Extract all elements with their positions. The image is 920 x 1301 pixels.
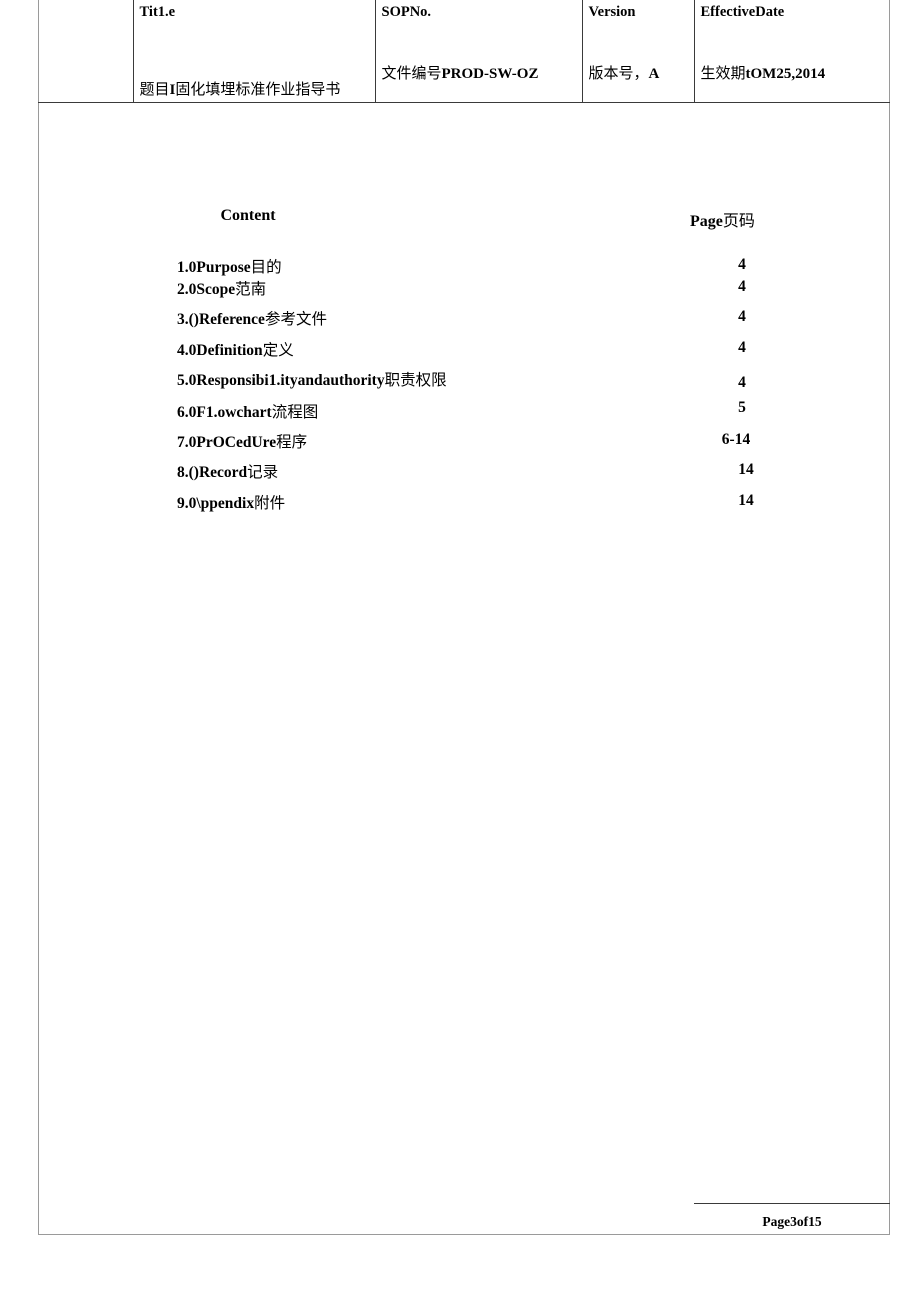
toc-item-title-cn: 职责权限 [384, 372, 447, 389]
toc-item-title-en: Scope [196, 281, 236, 298]
header-value-effectivedate: 生效期tOM25,2014 [701, 62, 826, 83]
toc-item-title-cn: 定义 [262, 342, 294, 359]
toc-item[interactable]: 9.0\ppendix附件 14 [0, 491, 920, 513]
toc-header-content: Content [220, 207, 276, 224]
toc-item-title-cn: 目的 [250, 259, 282, 276]
toc-item-label: 5.0Responsibi1.ityandauthority职责权限 [177, 368, 447, 390]
toc-item-page-number: 14 [738, 492, 754, 509]
toc-item-title-en: Record [198, 464, 248, 481]
toc-item-title-cn: 程序 [276, 434, 308, 451]
header-value-version-cn: 版本号， [588, 66, 649, 82]
toc-item-title-en: \ppendix [196, 495, 255, 512]
toc-item-title-en: Reference [198, 311, 265, 328]
header-value-sopno-cn: 文件编号 [381, 66, 442, 82]
header-label-title: Tit1.e [139, 4, 176, 20]
header-cell-sopno: SOPNo. 文件编号PROD-SW-OZ [374, 0, 583, 103]
toc-item-title-en: Purpose [196, 259, 251, 276]
toc-header-page-en: Page [690, 213, 723, 230]
toc-item-title-cn: 记录 [247, 464, 279, 481]
toc-item-number: 7.0 [177, 434, 197, 451]
toc-item-page-number: 14 [738, 461, 754, 478]
header-value-version: 版本号，A [589, 62, 660, 83]
toc-item-title-cn: 范南 [235, 281, 267, 298]
toc-item-page-number: 4 [738, 339, 746, 356]
toc-item-page-number: 4 [738, 278, 746, 295]
document-header-table: Tit1.e 题目I固化填埋标准作业指导书 SOPNo. 文件编号PROD-SW… [38, 0, 890, 103]
toc-item[interactable]: 5.0Responsibi1.ityandauthority职责权限 4 [0, 368, 920, 391]
toc-item-title-en: Responsibi1.ityandauthority [196, 372, 385, 389]
toc-item[interactable]: 4.0Definition定义 4 [0, 338, 920, 360]
header-logo-cell [38, 0, 134, 103]
header-label-effectivedate: EffectiveDate [700, 4, 785, 20]
toc-item-label: 1.0Purpose目的 [177, 255, 282, 277]
toc-item[interactable]: 6.0F1.owchart流程图 5 [0, 399, 920, 422]
toc-item-label: 7.0PrOCedUre程序 [177, 430, 307, 452]
header-cell-effectivedate: EffectiveDate 生效期tOM25,2014 [693, 0, 890, 103]
toc-item-title-en: PrOCedUre [196, 434, 277, 451]
header-value-title: 题目I固化填埋标准作业指导书 [140, 78, 341, 99]
toc-item-title-cn: 附件 [254, 495, 286, 512]
header-value-sopno: 文件编号PROD-SW-OZ [382, 62, 539, 83]
toc-item-title-cn: 参考文件 [264, 311, 327, 328]
header-value-effectivedate-cn: 生效期 [700, 66, 746, 82]
toc-item-label: 8.()Record记录 [177, 460, 278, 482]
toc-header-page: Page页码 [690, 207, 802, 231]
toc-item-label: 9.0\ppendix附件 [177, 491, 285, 513]
toc-item[interactable]: 3.()Reference参考文件 4 [0, 307, 920, 329]
toc-item-number: 4.0 [177, 342, 197, 359]
toc-item-title-en: Definition [196, 342, 263, 359]
toc-item-page-number: 5 [738, 399, 746, 416]
toc-item-number: 9.0 [177, 495, 197, 512]
toc-item-label: 6.0F1.owchart流程图 [177, 400, 318, 422]
toc-item[interactable]: 8.()Record记录 14 [0, 460, 920, 482]
toc-item[interactable]: 2.0Scope范南 4 [0, 277, 920, 299]
header-label-version: Version [588, 4, 636, 20]
toc-item-label: 3.()Reference参考文件 [177, 307, 327, 329]
page-border [38, 0, 890, 1235]
toc-item-number: 1.0 [177, 259, 197, 276]
header-cell-title: Tit1.e 题目I固化填埋标准作业指导书 [132, 0, 376, 103]
toc-item-number: 8.() [177, 464, 199, 481]
header-value-title-cn: 题目 [139, 82, 170, 98]
header-value-effectivedate-code: tOM25,2014 [745, 66, 826, 82]
toc-item-page-number: 6-14 [721, 431, 751, 448]
toc-item[interactable]: 1.0Purpose目的 4 [0, 255, 920, 277]
toc-item-number: 3.() [177, 311, 199, 328]
toc-item-number: 5.0 [177, 372, 197, 389]
document-page: Tit1.e 题目I固化填埋标准作业指导书 SOPNo. 文件编号PROD-SW… [0, 0, 920, 1301]
header-value-title-rest: 固化填埋标准作业指导书 [175, 82, 341, 98]
toc-item-title-en: F1.owchart [196, 404, 272, 421]
footer-divider [694, 1203, 890, 1204]
toc-item-number: 6.0 [177, 404, 197, 421]
header-label-sopno: SOPNo. [381, 4, 432, 20]
toc-item-label: 2.0Scope范南 [177, 277, 266, 299]
toc-item-number: 2.0 [177, 281, 197, 298]
toc-item-page-number: 4 [738, 256, 746, 273]
toc-item[interactable]: 7.0PrOCedUre程序 6-14 [0, 430, 920, 452]
footer-page-number: Page3of15 [762, 1214, 822, 1229]
toc-item-page-number: 4 [738, 308, 746, 325]
header-cell-version: Version 版本号，A [581, 0, 695, 103]
header-value-version-code: A [648, 66, 660, 82]
header-value-sopno-code: PROD-SW-OZ [441, 66, 539, 82]
toc-item-page-number: 4 [738, 374, 746, 391]
toc-item-label: 4.0Definition定义 [177, 338, 294, 360]
header-row: Tit1.e 题目I固化填埋标准作业指导书 SOPNo. 文件编号PROD-SW… [38, 0, 890, 103]
toc-header-page-cn: 页码 [722, 213, 755, 230]
toc-item-title-cn: 流程图 [271, 404, 319, 421]
